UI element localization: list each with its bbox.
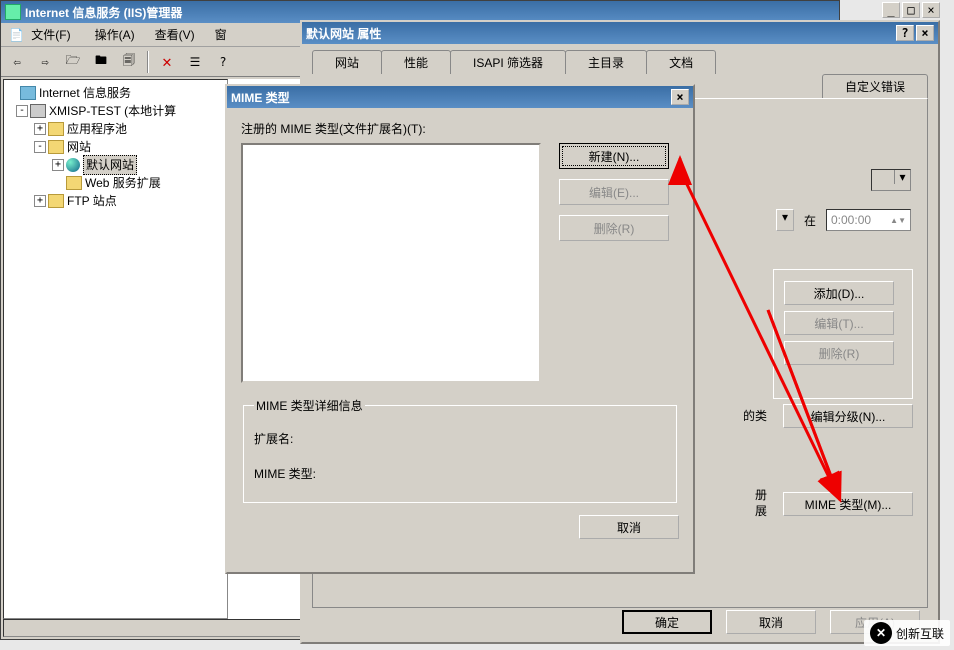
iis-title: Internet 信息服务 (IIS)管理器 (25, 4, 182, 21)
bg-max-button[interactable]: □ (902, 2, 920, 18)
tree-root[interactable]: Internet 信息服务 (6, 84, 225, 102)
help-button[interactable]: ? (211, 50, 235, 74)
computer-icon (30, 104, 46, 118)
delete-button[interactable]: 删除(R) (784, 341, 894, 365)
props-titlebar: 默认网站 属性 ? × (302, 22, 938, 44)
details-legend: MIME 类型详细信息 (254, 397, 365, 414)
watermark-badge-icon: ✕ (870, 622, 892, 644)
watermark: ✕ 创新互联 (864, 620, 950, 646)
mimetypes-button[interactable]: MIME 类型(M)... (783, 492, 913, 516)
menu-action[interactable]: 操作(A) (91, 24, 139, 45)
show-button[interactable]: 🖿 (89, 50, 113, 74)
close-button[interactable]: × (916, 25, 934, 41)
label-kind: 的类 (743, 407, 767, 424)
delete-button[interactable]: ✕ (155, 50, 179, 74)
help-button[interactable]: ? (896, 25, 914, 41)
registered-label: 注册的 MIME 类型(文件扩展名)(T): (241, 120, 679, 137)
editgrade-button[interactable]: 编辑分级(N)... (783, 404, 913, 428)
cancel-button[interactable]: 取消 (726, 610, 816, 634)
tab-custerr[interactable]: 自定义错误 (822, 74, 928, 98)
mimetype-label: MIME 类型: (254, 465, 666, 482)
details-group: MIME 类型详细信息 扩展名: MIME 类型: (243, 397, 677, 503)
folder-icon (48, 122, 64, 136)
mime-title: MIME 类型 (231, 89, 290, 106)
properties-button[interactable]: ☰ (183, 50, 207, 74)
new-button[interactable]: 新建(N)... (559, 143, 669, 169)
tab-strip-1: 网站 性能 ISAPI 筛选器 主目录 文档 (302, 44, 938, 74)
tree-sites[interactable]: -网站 (6, 138, 225, 156)
toolbar-separator (147, 51, 149, 73)
props-title: 默认网站 属性 (306, 25, 381, 42)
menu-file[interactable]: 📄 文件(F) (5, 24, 79, 45)
close-button[interactable]: × (671, 89, 689, 105)
tree-ftp[interactable]: +FTP 站点 (6, 192, 225, 210)
ext-label: 扩展名: (254, 430, 666, 447)
service-icon (20, 86, 36, 100)
tab-site[interactable]: 网站 (312, 50, 382, 74)
iis-app-icon (5, 4, 21, 20)
dropdown-partial[interactable]: ▾ (871, 169, 911, 191)
mime-listbox[interactable] (241, 143, 541, 383)
tree-webext[interactable]: Web 服务扩展 (6, 174, 225, 192)
mime-types-dialog: MIME 类型 × 注册的 MIME 类型(文件扩展名)(T): 新建(N)..… (225, 84, 695, 574)
label-at: 在 (804, 212, 816, 229)
refresh-button[interactable]: 🗐 (117, 50, 141, 74)
bg-min-button[interactable]: _ (882, 2, 900, 18)
tab-perf[interactable]: 性能 (381, 50, 451, 74)
folder-icon (48, 140, 64, 154)
time-field[interactable]: 0:00:00▲▼ (826, 209, 911, 231)
menu-view[interactable]: 查看(V) (151, 24, 199, 45)
forward-button[interactable]: ⇨ (33, 50, 57, 74)
up-button[interactable]: 🗁 (61, 50, 85, 74)
globe-icon (66, 158, 80, 172)
tree-panel[interactable]: Internet 信息服务 -XMISP-TEST (本地计算 +应用程序池 -… (3, 79, 228, 619)
label-reg: 册 (755, 487, 767, 503)
menu-window[interactable]: 窗 (211, 24, 231, 45)
tree-apppools[interactable]: +应用程序池 (6, 120, 225, 138)
bg-close-button[interactable]: × (922, 2, 940, 18)
tab-home[interactable]: 主目录 (565, 50, 647, 74)
tree-server[interactable]: -XMISP-TEST (本地计算 (6, 102, 225, 120)
watermark-text: 创新互联 (896, 625, 944, 642)
mime-titlebar: MIME 类型 × (227, 86, 693, 108)
folder-icon (66, 176, 82, 190)
edit-button[interactable]: 编辑(T)... (784, 311, 894, 335)
combo-arrow[interactable]: ▾ (776, 209, 794, 231)
tree-default-site[interactable]: +默认网站 (6, 156, 225, 174)
label-ext: 展 (755, 503, 767, 519)
back-button[interactable]: ⇦ (5, 50, 29, 74)
tab-docs[interactable]: 文档 (646, 50, 716, 74)
tab-isapi[interactable]: ISAPI 筛选器 (450, 50, 566, 74)
ok-button[interactable]: 确定 (622, 610, 712, 634)
edit-button[interactable]: 编辑(E)... (559, 179, 669, 205)
folder-icon (48, 194, 64, 208)
delete-button[interactable]: 删除(R) (559, 215, 669, 241)
add-button[interactable]: 添加(D)... (784, 281, 894, 305)
cancel-button[interactable]: 取消 (579, 515, 679, 539)
